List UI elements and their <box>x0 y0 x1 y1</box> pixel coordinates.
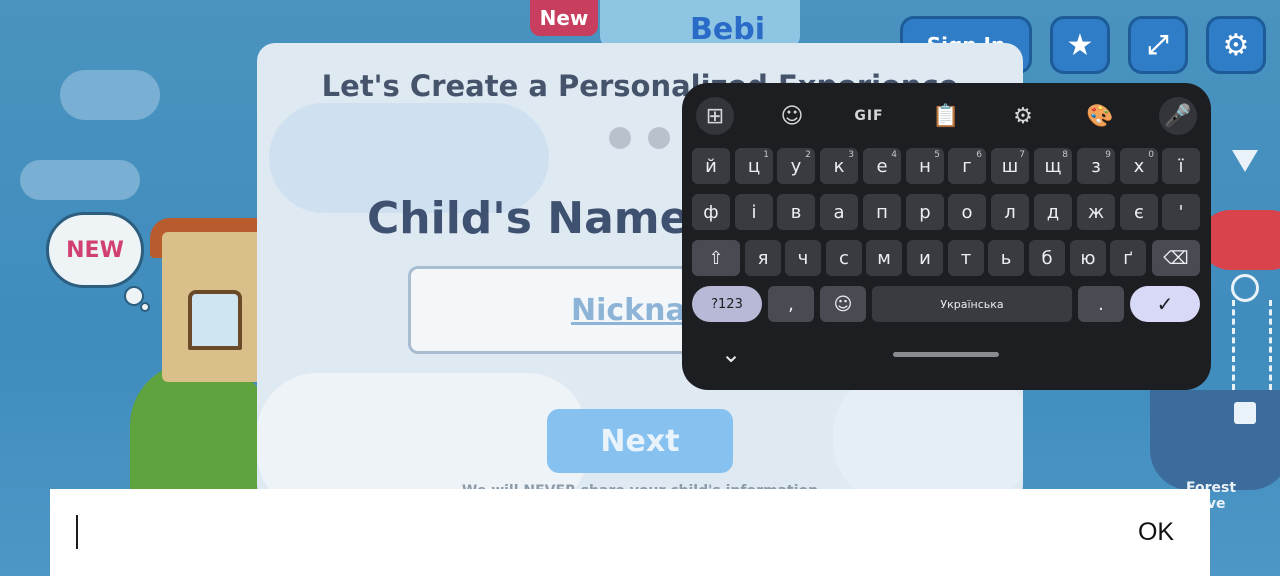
top-banner-logo: Bebi <box>690 12 765 47</box>
key-row2-11[interactable]: ' <box>1162 194 1200 230</box>
keyboard-drag-handle[interactable] <box>893 352 999 357</box>
gif-button[interactable]: GIF <box>850 97 888 135</box>
key-hint: 7 <box>1019 150 1025 160</box>
key-label: г <box>962 155 972 177</box>
nav-home-icon[interactable] <box>1231 274 1259 302</box>
new-bubble[interactable]: NEW <box>46 212 144 288</box>
bg-spring <box>1232 300 1272 390</box>
key-row1-1[interactable]: ц1 <box>735 148 773 184</box>
key-row1-10[interactable]: х0 <box>1120 148 1158 184</box>
nav-recents-icon[interactable] <box>1234 402 1256 424</box>
key-hint: 4 <box>891 150 897 160</box>
key-row3-6[interactable]: ь <box>988 240 1024 276</box>
emoji-key[interactable]: ☺ <box>820 286 866 322</box>
key-row3-4[interactable]: и <box>907 240 943 276</box>
key-label: е <box>876 155 888 177</box>
key-hint: 3 <box>848 150 854 160</box>
key-row1-2[interactable]: у2 <box>777 148 815 184</box>
key-label: к <box>833 155 845 177</box>
key-hint: 2 <box>805 150 811 160</box>
key-row2-0[interactable]: ф <box>692 194 730 230</box>
gear-icon[interactable]: ⚙ <box>1206 16 1266 74</box>
key-row2-6[interactable]: о <box>948 194 986 230</box>
key-row3-2[interactable]: с <box>826 240 862 276</box>
key-row3-5[interactable]: т <box>948 240 984 276</box>
bg-cloud <box>20 160 140 200</box>
key-label: ц <box>747 155 761 177</box>
key-label: з <box>1091 155 1101 177</box>
key-hint: 5 <box>934 150 940 160</box>
key-label: х <box>1133 155 1145 177</box>
ok-button[interactable]: OK <box>1126 512 1186 552</box>
comma-key[interactable]: , <box>768 286 814 322</box>
bg-boat <box>1150 390 1280 490</box>
key-row3-0[interactable]: я <box>745 240 781 276</box>
key-row3-1[interactable]: ч <box>785 240 821 276</box>
collapse-keyboard-icon[interactable]: ⌄ <box>716 340 746 368</box>
key-hint: 0 <box>1148 150 1154 160</box>
bg-plane <box>1200 210 1280 270</box>
shift-key[interactable]: ⇧ <box>692 240 740 276</box>
progress-dot <box>609 127 631 149</box>
keyboard-settings-icon[interactable]: ⚙ <box>1004 97 1042 135</box>
bg-cloud <box>60 70 160 120</box>
key-row2-5[interactable]: р <box>906 194 944 230</box>
key-row1-6[interactable]: г6 <box>948 148 986 184</box>
enter-key[interactable]: ✓ <box>1130 286 1200 322</box>
key-row1-4[interactable]: е4 <box>863 148 901 184</box>
key-row2-10[interactable]: є <box>1120 194 1158 230</box>
nav-back-icon[interactable] <box>1232 150 1258 172</box>
apps-grid-icon[interactable]: ⊞ <box>696 97 734 135</box>
key-hint: 9 <box>1105 150 1111 160</box>
star-icon[interactable]: ★ <box>1050 16 1110 74</box>
key-row1-8[interactable]: щ8 <box>1034 148 1072 184</box>
house-window <box>188 290 242 350</box>
key-label: н <box>919 155 931 177</box>
fullscreen-text-entry[interactable] <box>50 489 1210 576</box>
key-row1-0[interactable]: й <box>692 148 730 184</box>
bubble-tail-dot <box>140 302 150 312</box>
key-row2-8[interactable]: д <box>1034 194 1072 230</box>
key-row2-1[interactable]: і <box>735 194 773 230</box>
key-row2-2[interactable]: в <box>777 194 815 230</box>
symbols-mode-key[interactable]: ?123 <box>692 286 762 322</box>
period-key[interactable]: . <box>1078 286 1124 322</box>
key-row3-7[interactable]: б <box>1029 240 1065 276</box>
key-label: й <box>705 155 717 177</box>
key-row2-3[interactable]: а <box>820 194 858 230</box>
key-row2-4[interactable]: п <box>863 194 901 230</box>
key-row3-8[interactable]: ю <box>1070 240 1106 276</box>
key-row2-9[interactable]: ж <box>1077 194 1115 230</box>
key-row1-9[interactable]: з9 <box>1077 148 1115 184</box>
key-row3-3[interactable]: м <box>866 240 902 276</box>
theme-palette-icon[interactable]: 🎨 <box>1081 97 1119 135</box>
key-hint: 8 <box>1062 150 1068 160</box>
backspace-key[interactable]: ⌫ <box>1152 240 1200 276</box>
key-row1-3[interactable]: к3 <box>820 148 858 184</box>
clipboard-icon[interactable]: 📋 <box>927 97 965 135</box>
key-row2-7[interactable]: л <box>991 194 1029 230</box>
key-hint: 1 <box>763 150 769 160</box>
sticker-icon[interactable]: ☺ <box>773 97 811 135</box>
key-label: у <box>790 155 802 177</box>
key-row1-11[interactable]: ї <box>1162 148 1200 184</box>
key-hint: 6 <box>976 150 982 160</box>
key-row3-9[interactable]: ґ <box>1110 240 1146 276</box>
share-icon[interactable]: ⤢ <box>1128 16 1188 74</box>
new-bubble-text: NEW <box>66 237 124 263</box>
key-label: ш <box>1001 155 1019 177</box>
progress-dot <box>648 127 670 149</box>
microphone-icon[interactable]: 🎤 <box>1159 97 1197 135</box>
text-caret <box>76 515 78 549</box>
key-label: ї <box>1178 155 1184 177</box>
key-row1-7[interactable]: ш7 <box>991 148 1029 184</box>
key-row1-5[interactable]: н5 <box>906 148 944 184</box>
next-button[interactable]: Next <box>547 409 733 473</box>
space-key[interactable]: Українська <box>872 286 1072 322</box>
key-label: щ <box>1044 155 1062 177</box>
top-new-badge: New <box>530 0 598 36</box>
